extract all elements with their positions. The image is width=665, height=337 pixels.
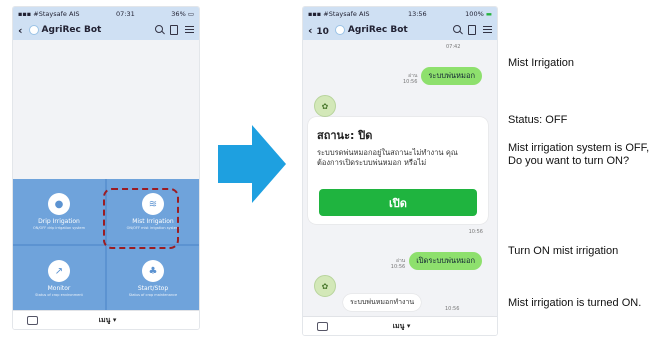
chat-footer: เมนู ▾ (13, 310, 199, 329)
keyboard-icon[interactable] (317, 321, 328, 331)
tile-sub: Status of crop environment (35, 293, 83, 297)
chat-header: ‹ 10 AgriRec Bot (303, 20, 497, 40)
notes-icon[interactable] (468, 25, 476, 35)
highlight-dashed-box (103, 188, 179, 249)
chat-title: AgriRec Bot (347, 25, 408, 35)
incoming-message: ระบบพ่นหมอกทำงาน (343, 294, 422, 311)
notes-icon[interactable] (170, 25, 178, 35)
drip-irrigation-tile[interactable]: ● Drip Irrigation ON/OFF drip irrigation… (13, 179, 105, 244)
menu-toggle[interactable]: เมนู ▾ (38, 315, 199, 326)
caption-turned-on: Mist irrigation is turned ON. (508, 297, 642, 309)
back-icon[interactable]: ‹ (18, 24, 23, 37)
bot-avatar-icon: ✿ (314, 275, 336, 297)
battery-icon: ▬ (485, 9, 492, 18)
tile-label: Monitor (47, 285, 71, 292)
battery-percent: 36% (171, 9, 186, 18)
signal-icon: ▪▪▪ (18, 9, 32, 18)
unread-count: 10 (316, 26, 329, 37)
message-time: 10:56 (390, 264, 406, 270)
card-title: สถานะ: ปิด (317, 129, 373, 142)
status-card: สถานะ: ปิด ระบบรดพ่นหมอกอยู่ในสถานะไม่ทำ… (308, 117, 488, 224)
bot-avatar-icon: ✿ (314, 95, 336, 117)
message-time: 07:42 (446, 44, 461, 50)
chat-footer: เมนู ▾ (303, 316, 497, 335)
status-bar: ▪▪▪ #Staysafe AIS 07:31 36% ▭ (13, 7, 199, 20)
chat-header: ‹ AgriRec Bot (13, 20, 199, 40)
tile-label: Start/Stop (137, 285, 169, 292)
outgoing-message-2: อ่าน 10:56 เปิดระบบพ่นหมอก (391, 252, 482, 270)
arrow-right-icon (218, 125, 286, 203)
caption-turn-on: Turn ON mist irrigation (508, 245, 619, 257)
sprinkler-icon: ● (48, 193, 70, 215)
battery-icon: ▭ (187, 9, 194, 18)
bot-logo-icon (334, 25, 345, 35)
outgoing-message-1: อ่าน 10:56 ระบบพ่นหมอก (403, 67, 482, 85)
bot-logo-icon (28, 25, 39, 35)
monitor-tile[interactable]: ↗ Monitor Status of crop environment (13, 246, 105, 311)
back-button[interactable]: ‹ 10 (308, 24, 329, 37)
caption-status-off: Status: OFF (508, 114, 568, 126)
tile-sub: ON/OFF drip irrigation system (32, 226, 85, 230)
carrier-name: #Staysafe AIS (33, 9, 80, 18)
clock: 13:56 (407, 9, 427, 18)
message-bubble: เปิดระบบพ่นหมอก (409, 252, 482, 270)
status-bar: ▪▪▪ #Staysafe AIS 13:56 100% ▬ (303, 7, 497, 20)
message-time: 10:56 (468, 229, 483, 235)
battery-percent: 100% (465, 9, 484, 18)
hamburger-menu-icon[interactable] (483, 25, 492, 35)
search-icon[interactable] (453, 25, 461, 33)
turn-on-button[interactable]: เปิด (319, 189, 477, 216)
plant-hand-icon: ♣ (142, 260, 164, 282)
hamburger-menu-icon[interactable] (185, 25, 194, 35)
signal-icon: ▪▪▪ (308, 9, 322, 18)
chat-title: AgriRec Bot (41, 25, 102, 35)
menu-toggle[interactable]: เมนู ▾ (328, 321, 497, 332)
start-stop-tile[interactable]: ♣ Start/Stop Status of crop maintenance (107, 246, 199, 311)
message-bubble: ระบบพ่นหมอก (421, 67, 482, 85)
chart-icon: ↗ (48, 260, 70, 282)
phone-screen-menu: ▪▪▪ #Staysafe AIS 07:31 36% ▭ ‹ AgriRec … (12, 6, 200, 330)
message-time: 10:56 (445, 306, 460, 312)
message-time: 10:56 (402, 79, 418, 85)
caption-turn-on-question: Mist irrigation system is OFF, Do you wa… (508, 142, 650, 167)
phone-screen-chat: ▪▪▪ #Staysafe AIS 13:56 100% ▬ ‹ 10 Agri… (302, 6, 498, 336)
tile-label: Drip Irrigation (38, 218, 80, 225)
clock: 07:31 (116, 9, 135, 18)
carrier-name: #Staysafe AIS (323, 9, 370, 18)
search-icon[interactable] (155, 25, 163, 33)
caption-mist-irrigation: Mist Irrigation (508, 57, 575, 69)
tile-sub: Status of crop maintenance (128, 293, 178, 297)
card-body: ระบบรดพ่นหมอกอยู่ในสถานะไม่ทำงาน คุณต้อง… (317, 148, 458, 167)
keyboard-icon[interactable] (27, 315, 38, 325)
